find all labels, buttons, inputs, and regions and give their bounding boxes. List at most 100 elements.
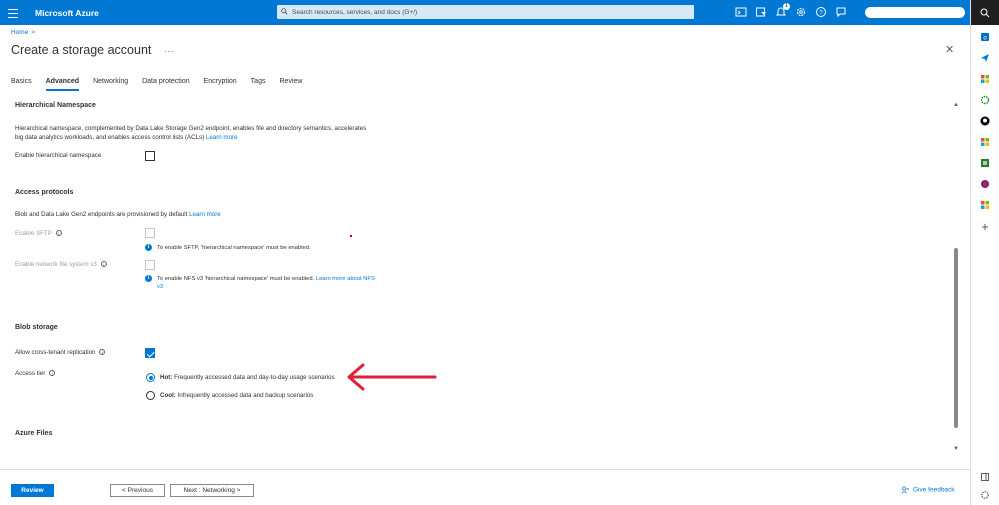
cool-label-bold: Cool: <box>160 392 176 399</box>
nfs-label: Enable network file system v3 i <box>15 261 107 268</box>
nfs-note-info-icon: i <box>145 275 152 282</box>
scroll-up-icon[interactable]: ▲ <box>953 102 959 108</box>
planner-icon[interactable] <box>980 158 990 168</box>
store-icon[interactable] <box>980 200 990 210</box>
footer-bar: Review < Previous Next : Networking > Gi… <box>0 469 970 505</box>
top-bar: Microsoft Azure 1 ? <box>0 0 970 25</box>
sftp-checkbox <box>145 228 155 238</box>
breadcrumb-separator: > <box>31 29 36 36</box>
outlook-icon[interactable]: o <box>980 32 990 42</box>
notifications-icon[interactable]: 1 <box>775 3 790 18</box>
tab-networking[interactable]: Networking <box>93 78 128 91</box>
tab-tags[interactable]: Tags <box>251 78 266 91</box>
form-content: Hierarchical Namespace Hierarchical name… <box>0 95 950 465</box>
hierarchical-learn-more-link[interactable]: Learn more <box>206 134 238 141</box>
menu-icon[interactable] <box>8 6 18 18</box>
cross-tenant-label: Allow cross-tenant replication i <box>15 349 106 356</box>
section-heading-azure-files: Azure Files <box>15 430 53 437</box>
cool-label-text: Infrequently accessed data and backup sc… <box>175 392 314 399</box>
breadcrumb-home[interactable]: Home <box>11 29 28 36</box>
office-icon[interactable] <box>980 137 990 147</box>
previous-button[interactable]: < Previous <box>110 484 165 497</box>
sftp-label: Enable SFTP i <box>15 230 62 237</box>
section-heading-access: Access protocols <box>15 189 74 196</box>
hot-label-bold: Hot: <box>160 374 173 381</box>
hierarchical-desc-line2: big data analytics workloads, and enable… <box>15 134 205 141</box>
svg-text:?: ? <box>819 10 823 16</box>
github-icon[interactable] <box>980 116 990 126</box>
search-sidebar-icon[interactable] <box>980 8 990 18</box>
access-learn-more-link[interactable]: Learn more <box>189 211 221 218</box>
sftp-note-text: To enable SFTP, 'hierarchical namespace'… <box>157 245 311 251</box>
enable-hierarchical-checkbox[interactable] <box>145 151 155 161</box>
sidebar-settings-icon[interactable] <box>980 490 990 500</box>
cross-tenant-label-text: Allow cross-tenant replication <box>15 349 96 356</box>
breadcrumb: Home > <box>11 29 35 36</box>
hot-label-text: Frequently accessed data and day-to-day … <box>172 374 335 381</box>
next-networking-button[interactable]: Next : Networking > <box>170 484 254 497</box>
sftp-note-info-icon: i <box>145 244 152 251</box>
nfs-learn-more-link[interactable]: Learn more about NFS <box>316 276 375 282</box>
cloud-shell-icon[interactable] <box>735 6 747 18</box>
access-description: Blob and Data Lake Gen2 endpoints are pr… <box>15 210 221 219</box>
search-box[interactable] <box>277 5 694 19</box>
nfs-info-icon[interactable]: i <box>100 261 107 268</box>
access-tier-cool-radio[interactable] <box>146 391 155 400</box>
tab-encryption[interactable]: Encryption <box>204 78 237 91</box>
search-input[interactable] <box>292 6 687 18</box>
sftp-info-icon[interactable]: i <box>55 230 62 237</box>
access-tier-label-text: Access tier <box>15 370 46 377</box>
more-options-icon[interactable]: ... <box>164 44 175 54</box>
page-title: Create a storage account <box>11 43 152 57</box>
access-tier-info-icon[interactable]: i <box>49 370 56 377</box>
access-desc-text: Blob and Data Lake Gen2 endpoints are pr… <box>15 211 188 218</box>
account-redacted[interactable] <box>865 7 965 18</box>
help-icon[interactable]: ? <box>815 6 827 18</box>
cross-tenant-info-icon[interactable]: i <box>99 349 106 356</box>
tab-basics[interactable]: Basics <box>11 78 32 91</box>
scroll-thumb[interactable] <box>954 248 958 428</box>
access-tier-hot-label[interactable]: Hot: Frequently accessed data and day-to… <box>160 374 335 381</box>
hierarchical-description: Hierarchical namespace, complemented by … <box>15 124 366 142</box>
scroll-down-icon[interactable]: ▼ <box>953 446 959 452</box>
enable-hierarchical-label: Enable hierarchical namespace <box>15 152 102 159</box>
directory-filter-icon[interactable] <box>755 6 767 18</box>
nfs-note-body: To enable NFS v3 'hierarchical namespace… <box>157 276 315 282</box>
notification-badge: 1 <box>783 3 790 10</box>
feedback-icon[interactable] <box>835 6 847 18</box>
tab-data-protection[interactable]: Data protection <box>142 78 189 91</box>
search-icon <box>281 8 288 15</box>
browser-sidebar: o <box>970 0 999 505</box>
feedback-person-icon <box>901 486 909 494</box>
review-button[interactable]: Review <box>11 484 54 497</box>
section-heading-blob: Blob storage <box>15 324 58 331</box>
send-icon[interactable] <box>980 53 990 63</box>
tab-review[interactable]: Review <box>279 78 302 91</box>
cross-tenant-checkbox[interactable] <box>145 348 155 358</box>
brand-title[interactable]: Microsoft Azure <box>35 8 99 18</box>
give-feedback-link[interactable]: Give feedback <box>901 486 955 494</box>
record-icon[interactable] <box>980 179 990 189</box>
add-icon[interactable] <box>980 222 990 232</box>
stray-dot <box>350 235 352 237</box>
content-scrollbar[interactable]: ▲ ▼ <box>951 98 961 458</box>
settings-icon[interactable] <box>795 6 807 18</box>
tab-bar: Basics Advanced Networking Data protecti… <box>11 78 316 91</box>
nfs-checkbox <box>145 260 155 270</box>
nfs-learn-more-link-cont[interactable]: v3 <box>157 284 163 290</box>
annotation-arrow <box>347 363 437 391</box>
access-tier-cool-label[interactable]: Cool: Infrequently accessed data and bac… <box>160 392 313 399</box>
section-heading-hierarchical: Hierarchical Namespace <box>15 102 96 109</box>
apps-grid-icon[interactable] <box>980 74 990 84</box>
gear-green-icon[interactable] <box>980 95 990 105</box>
give-feedback-text[interactable]: Give feedback <box>913 487 955 494</box>
sftp-label-text: Enable SFTP <box>15 230 52 237</box>
access-tier-hot-radio[interactable] <box>146 373 155 382</box>
nfs-note-text: To enable NFS v3 'hierarchical namespace… <box>157 275 392 291</box>
sidebar-toggle-icon[interactable] <box>980 472 990 482</box>
top-icons: 1 ? <box>735 3 847 20</box>
tab-advanced[interactable]: Advanced <box>45 78 80 91</box>
nfs-label-text: Enable network file system v3 <box>15 261 97 268</box>
close-icon[interactable]: ✕ <box>945 43 954 56</box>
access-tier-label: Access tier i <box>15 370 56 377</box>
